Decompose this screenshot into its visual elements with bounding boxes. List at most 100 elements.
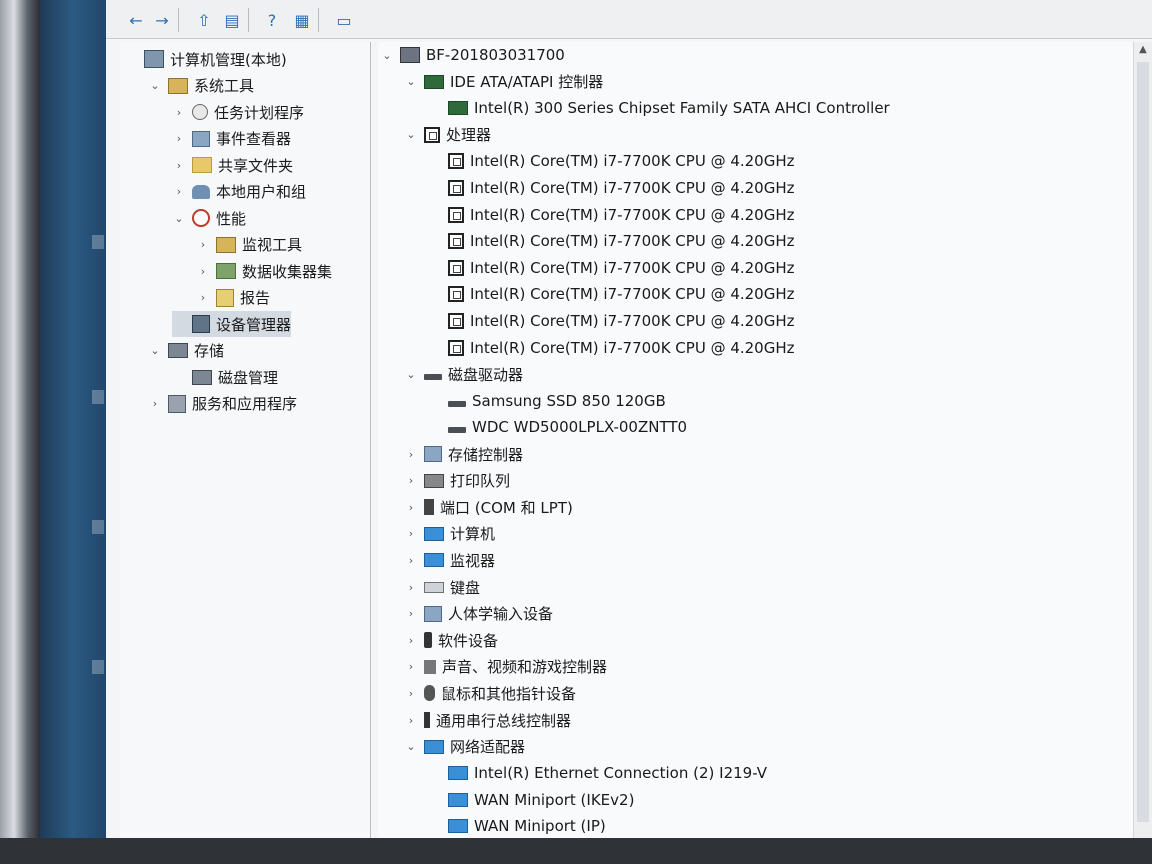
forward-button[interactable]: → (150, 8, 174, 32)
scrollbar-thumb[interactable] (1137, 62, 1149, 822)
tree-item[interactable]: › 打印队列 (404, 468, 510, 494)
tree-item-label: 处理器 (446, 126, 492, 145)
expand-arrow-icon[interactable]: › (172, 132, 186, 145)
tree-item-label: 任务计划程序 (214, 103, 305, 122)
expand-arrow-icon[interactable]: › (404, 634, 418, 647)
tree-item[interactable]: › 数据收集器集 (196, 258, 332, 284)
expand-arrow-icon[interactable]: › (196, 238, 210, 251)
tree-item[interactable]: WDC WD5000LPLX-00ZNTT0 (428, 414, 687, 440)
mouse-icon (424, 685, 435, 702)
expand-arrow-icon[interactable]: › (404, 554, 418, 567)
tree-item[interactable]: › 声音、视频和游戏控制器 (404, 654, 607, 680)
tree-item[interactable]: › 计算机 (404, 521, 495, 547)
tree-item[interactable]: › 通用串行总线控制器 (404, 707, 571, 733)
properties-button[interactable]: ▦ (290, 8, 314, 32)
expand-arrow-icon[interactable]: › (404, 687, 418, 700)
tree-item[interactable]: Intel(R) Core(TM) i7-7700K CPU @ 4.20GHz (428, 202, 795, 228)
tree-item[interactable]: › 服务和应用程序 (148, 391, 297, 417)
performance-icon (192, 209, 210, 227)
tree-item[interactable]: 设备管理器 (172, 311, 292, 337)
expand-arrow-icon[interactable]: › (172, 106, 186, 119)
tree-item[interactable]: ⌄ IDE ATA/ATAPI 控制器 (404, 69, 603, 95)
tree-item-label: WAN Miniport (IKEv2) (474, 790, 635, 809)
vertical-scrollbar[interactable]: ▲ (1133, 42, 1152, 838)
tree-item[interactable]: 计算机管理(本地) (124, 46, 287, 72)
expand-arrow-icon[interactable]: › (196, 291, 210, 304)
desktop-icon (92, 520, 104, 534)
expand-arrow-icon[interactable]: › (404, 501, 418, 514)
tree-item[interactable]: Intel(R) Core(TM) i7-7700K CPU @ 4.20GHz (428, 281, 795, 307)
tree-item-label: Intel(R) Core(TM) i7-7700K CPU @ 4.20GHz (470, 152, 795, 171)
tree-item[interactable]: › 端口 (COM 和 LPT) (404, 494, 573, 520)
network-adapter-icon (424, 739, 444, 754)
tree-item[interactable]: › 键盘 (404, 574, 480, 600)
monitor-bezel-bottom (0, 838, 1152, 864)
tree-item[interactable]: ⌄ 系统工具 (148, 73, 254, 99)
tree-item-label: 软件设备 (438, 631, 499, 650)
tree-item-label: 存储控制器 (448, 445, 524, 464)
expand-arrow-icon[interactable]: › (148, 397, 162, 410)
tree-item[interactable]: › 监视工具 (196, 232, 302, 258)
tree-item[interactable]: Intel(R) Core(TM) i7-7700K CPU @ 4.20GHz (428, 335, 795, 361)
collapse-arrow-icon[interactable]: ⌄ (404, 368, 418, 381)
tree-item[interactable]: › 报告 (196, 285, 270, 311)
tree-item[interactable]: › 人体学输入设备 (404, 601, 553, 627)
show-hide-tree-button[interactable]: ▤ (220, 8, 244, 32)
back-button[interactable]: ← (124, 8, 148, 32)
collapse-arrow-icon[interactable]: ⌄ (404, 75, 418, 88)
tree-item-label: 性能 (216, 209, 247, 228)
tree-item[interactable]: › 本地用户和组 (172, 179, 306, 205)
expand-arrow-icon[interactable]: › (404, 448, 418, 461)
storage-controller-icon (424, 446, 442, 462)
tree-item[interactable]: Intel(R) Core(TM) i7-7700K CPU @ 4.20GHz (428, 175, 795, 201)
collapse-arrow-icon[interactable]: ⌄ (148, 344, 162, 357)
tree-item[interactable]: ⌄ 处理器 (404, 122, 491, 148)
collapse-arrow-icon[interactable]: ⌄ (380, 49, 394, 62)
tree-item[interactable]: › 鼠标和其他指针设备 (404, 680, 576, 706)
tree-item[interactable]: › 软件设备 (404, 627, 498, 653)
tree-item[interactable]: ⌄ 性能 (172, 205, 246, 231)
tree-item[interactable]: › 事件查看器 (172, 126, 291, 152)
tree-item[interactable]: Intel(R) Core(TM) i7-7700K CPU @ 4.20GHz (428, 228, 795, 254)
expand-arrow-icon[interactable]: › (172, 159, 186, 172)
scroll-up-arrow-icon[interactable]: ▲ (1137, 44, 1149, 58)
disk-drive-icon (448, 400, 466, 407)
tree-item[interactable]: 磁盘管理 (172, 364, 278, 390)
up-folder-button[interactable]: ⇧ (192, 8, 216, 32)
expand-arrow-icon[interactable]: › (404, 660, 418, 673)
collapse-arrow-icon[interactable]: ⌄ (148, 79, 162, 92)
tree-item[interactable]: › 任务计划程序 (172, 99, 304, 125)
expand-arrow-icon[interactable]: › (404, 527, 418, 540)
collapse-arrow-icon[interactable]: ⌄ (404, 740, 418, 753)
tree-item[interactable]: ⌄ 网络适配器 (404, 734, 525, 760)
disk-drive-icon (448, 427, 466, 434)
tree-item[interactable]: › 共享文件夹 (172, 152, 293, 178)
tree-item-label: Intel(R) 300 Series Chipset Family SATA … (474, 99, 890, 118)
expand-arrow-icon[interactable]: › (172, 185, 186, 198)
expand-arrow-icon[interactable]: › (404, 607, 418, 620)
tree-item[interactable]: ⌄ 磁盘驱动器 (404, 361, 523, 387)
tree-item[interactable]: Intel(R) Core(TM) i7-7700K CPU @ 4.20GHz (428, 308, 795, 334)
tree-item[interactable]: › 监视器 (404, 547, 495, 573)
monitor-button[interactable]: ▭ (332, 8, 356, 32)
expand-arrow-icon[interactable]: › (196, 265, 210, 278)
tree-item-label: 共享文件夹 (218, 156, 294, 175)
tree-item[interactable]: Intel(R) Ethernet Connection (2) I219-V (428, 760, 767, 786)
expand-arrow-icon[interactable]: › (404, 581, 418, 594)
tree-item[interactable]: Intel(R) Core(TM) i7-7700K CPU @ 4.20GHz (428, 255, 795, 281)
help-button[interactable]: ? (260, 8, 284, 32)
tree-item[interactable]: WAN Miniport (IP) (428, 813, 606, 839)
tree-item[interactable]: Intel(R) Core(TM) i7-7700K CPU @ 4.20GHz (428, 148, 795, 174)
collapse-arrow-icon[interactable]: ⌄ (404, 128, 418, 141)
tree-item[interactable]: ⌄ 存储 (148, 338, 224, 364)
tree-item[interactable]: Intel(R) 300 Series Chipset Family SATA … (428, 95, 890, 121)
collapse-arrow-icon[interactable]: ⌄ (172, 212, 186, 225)
tree-item[interactable]: › 存储控制器 (404, 441, 523, 467)
tree-item[interactable]: Samsung SSD 850 120GB (428, 388, 666, 414)
tree-item[interactable]: WAN Miniport (IKEv2) (428, 787, 634, 813)
expand-arrow-icon[interactable]: › (404, 714, 418, 727)
expand-arrow-icon[interactable]: › (404, 474, 418, 487)
tree-item-label: 声音、视频和游戏控制器 (442, 658, 608, 677)
processor-icon (448, 233, 464, 250)
tree-item[interactable]: ⌄ BF-201803031700 (380, 42, 564, 68)
